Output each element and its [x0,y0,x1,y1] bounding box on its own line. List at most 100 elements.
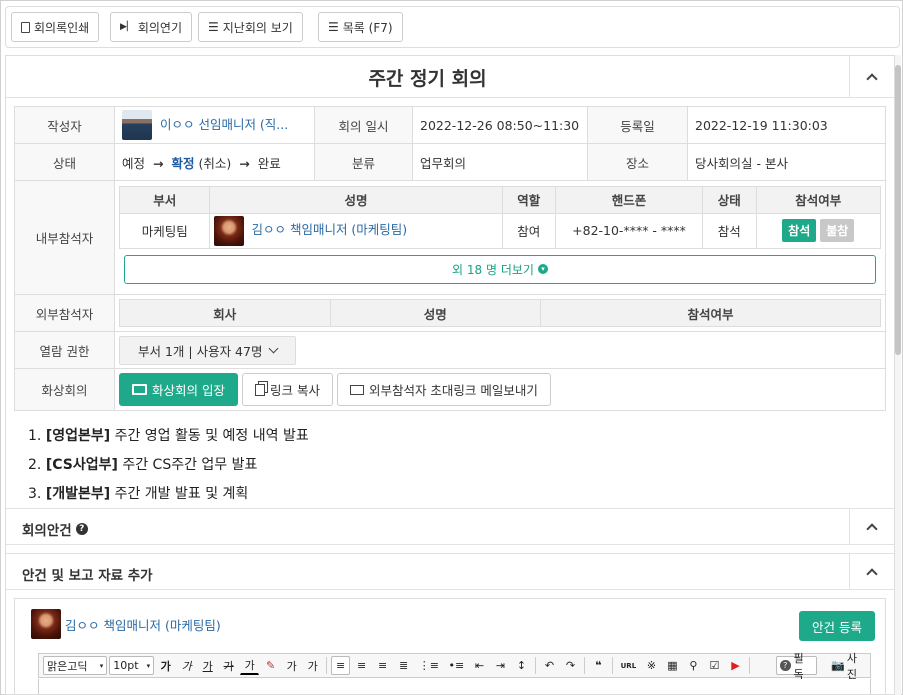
place-label: 장소 [587,143,688,181]
past-meetings-button[interactable]: ☰ 지난회의 보기 [198,12,303,42]
checkbox-icon[interactable]: ☑ [705,656,724,675]
registered-value: 2022-12-19 11:30:03 [687,106,886,144]
user-avatar [31,609,61,639]
item-number: 3. [28,486,42,502]
col-header: 참석여부 [755,185,882,214]
attend-button[interactable]: 참석 [782,219,817,242]
attendee-name[interactable]: 김ㅇㅇ 책임매니저 (마케팅팀) [251,222,407,237]
video-label: 화상회의 [14,368,115,411]
required-read-label: 필독 [793,651,804,681]
collapse-toggle[interactable] [849,554,894,589]
editor-toolbar: 맑은고딕 ▾ 10pt ▾ 가 가 가 가 가 ✎ 가 가 ≡ ≡ ≡ ≣ ⋮≡ •… [38,652,871,681]
absent-button[interactable]: 불참 [820,219,855,242]
registered-label: 등록일 [587,106,688,144]
chevron-down-icon [269,343,279,354]
divider [534,657,536,674]
meeting-date-value: 2022-12-26 08:50~11:30 [412,106,588,144]
print-minutes-button[interactable]: 회의록인쇄 [11,12,100,42]
status-cancel-note: (취소) [198,155,232,171]
item-tag: [CS사업부] [45,457,118,473]
register-agenda-button[interactable]: 안건 등록 [799,611,875,641]
table-icon[interactable]: ▦ [663,656,682,675]
vertical-scrollbar[interactable] [895,55,901,695]
meeting-date-label: 회의 일시 [314,106,413,144]
indent-icon[interactable]: ⇥ [491,656,510,675]
envelope-icon [349,384,364,395]
outdent-icon[interactable]: ⇤ [470,656,489,675]
url-button[interactable]: URL [617,656,640,675]
col-header: 상태 [702,185,757,214]
highlight-icon[interactable]: ✎ [261,656,280,675]
redo-icon[interactable]: ↷ [561,656,580,675]
add-material-title: 안건 및 보고 자료 추가 [22,568,153,584]
underline-button[interactable]: 가 [198,656,217,675]
col-header: 성명 [329,299,541,327]
list-button[interactable]: ☰ 목록 (F7) [318,12,403,42]
col-header: 회사 [119,299,331,327]
font-select[interactable]: 맑은고딕 ▾ [43,656,108,675]
add-material-section-header[interactable]: 안건 및 보고 자료 추가 [6,553,894,590]
title-row: 주간 정기 회의 [6,56,894,98]
font-size-select[interactable]: 10pt ▾ [109,656,155,675]
attendee-name-cell: 김ㅇㅇ 책임매니저 (마케팅팀) [209,212,503,249]
required-read-button[interactable]: ? 필독 [775,652,818,681]
copy-link-button[interactable]: 링크 복사 [241,373,333,406]
agenda-section-header[interactable]: 회의안건 ? [6,508,894,545]
find-icon[interactable]: ⚲ [684,656,703,675]
status-complete: 완료 [257,155,281,171]
font-color-button[interactable]: 가 [240,656,260,675]
external-attendees-table: 회사 성명 참석여부 [119,299,881,327]
author-label: 작성자 [14,106,115,144]
editor-user-name[interactable]: 김ㅇㅇ 책임매니저 (마케팅팀) [65,615,221,634]
align-left-icon[interactable]: ≡ [331,656,351,675]
help-icon[interactable]: ? [75,523,88,535]
chevron-up-icon [866,73,878,85]
italic-button[interactable]: 가 [177,656,196,675]
attendee-phone: +82-10-**** - **** [554,212,704,249]
photo-button[interactable]: 📷 사진 [827,652,870,681]
status-flow: 예정 → 확정 (취소) → 완료 [114,143,315,181]
col-header: 참석여부 [540,299,881,327]
item-tag: [영업본부] [45,428,111,444]
ordered-list-icon[interactable]: ⋮≡ [415,656,443,675]
col-header: 역할 [501,185,557,214]
editor-content-area[interactable] [38,679,871,694]
collapse-toggle[interactable] [849,56,894,98]
line-height-icon[interactable]: ↕ [512,656,531,675]
unordered-list-icon[interactable]: •≡ [445,656,468,675]
undo-icon[interactable]: ↶ [540,656,559,675]
align-center-icon[interactable]: ≡ [352,656,371,675]
strike-button[interactable]: 가 [219,656,238,675]
copy-link-label: 링크 복사 [269,383,320,398]
collapse-toggle[interactable] [849,509,894,544]
document-icon [21,21,30,33]
video-enter-button[interactable]: 화상회의 입장 [119,373,238,406]
category-label: 분류 [314,143,413,181]
align-justify-icon[interactable]: ≣ [394,656,413,675]
list-item: 2. [CS사업부] 주간 CS주간 업무 발표 [28,451,309,480]
quote-icon[interactable]: ❝ [589,656,608,675]
attendee-status: 참석 [702,212,757,249]
arrow-right-icon: → [239,155,250,171]
bold-button[interactable]: 가 [156,656,175,675]
divider [611,657,613,674]
col-header: 부서 [118,185,211,214]
list-item: 3. [개발본부] 주간 개발 발표 및 계획 [28,480,309,509]
special-char-icon[interactable]: ※ [642,656,661,675]
divider [748,657,750,674]
postpone-meeting-label: 회의연기 [137,20,183,35]
attendee-role: 참여 [501,212,557,249]
show-more-attendees-button[interactable]: 외 18 명 더보기 ▾ [124,254,876,284]
align-right-icon[interactable]: ≡ [373,656,392,675]
subscript-button[interactable]: 가 [303,656,322,675]
mail-invite-button[interactable]: 외부참석자 초대링크 메일보내기 [336,373,551,406]
chevron-up-icon [866,567,878,580]
youtube-icon[interactable]: ▶ [726,656,745,675]
access-select[interactable]: 부서 1개 | 사용자 47명 [119,335,297,365]
scrollbar-thumb[interactable] [895,65,901,355]
postpone-meeting-button[interactable]: ▶▏ 회의연기 [110,12,193,42]
attendee-avatar [214,215,245,246]
author-name[interactable]: 이ㅇㅇ 선임매니저 (직... [160,117,288,132]
place-value: 당사회의실 - 본사 [687,143,886,181]
superscript-button[interactable]: 가 [282,656,301,675]
